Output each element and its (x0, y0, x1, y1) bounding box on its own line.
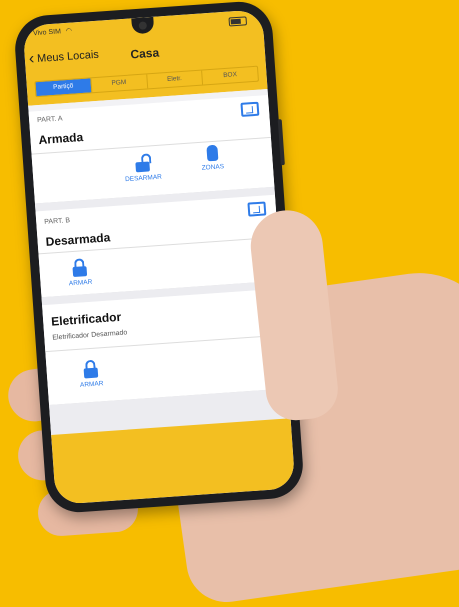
electrifier-title: Eletrificador (50, 309, 122, 329)
tab-eletrificador[interactable]: Eletr. (145, 70, 203, 89)
disarm-button[interactable]: DESARMAR (112, 152, 174, 184)
partition-label: PART. A (36, 115, 63, 125)
electrifier-arm-button[interactable]: ARMAR (60, 358, 122, 390)
electrifier-card: Eletrificador Eletrificador Desarmado AR… (42, 288, 289, 407)
battery-icon (228, 16, 248, 27)
tab-box[interactable]: BOX (201, 66, 258, 85)
electrifier-status: Eletrificador Desarmado (52, 329, 128, 342)
carrier-label: Vivo SIM ◠ (33, 27, 72, 38)
partition-state: Armada (38, 130, 84, 148)
partition-state: Desarmada (45, 230, 111, 249)
zones-icon (205, 144, 218, 162)
floorplan-icon[interactable] (240, 101, 260, 117)
arm-label: ARMAR (79, 380, 104, 389)
partition-list: PART. A Armada DESARMAR ZONAS PART. B De… (28, 89, 292, 445)
lock-icon (83, 359, 99, 379)
tab-pgm[interactable]: PGM (90, 74, 147, 93)
camera-icon (138, 21, 148, 30)
unlock-icon (135, 153, 152, 173)
zones-label: ZONAS (201, 163, 225, 172)
page-title: Casa (129, 45, 160, 62)
partition-label: PART. B (44, 217, 71, 226)
zones-button[interactable]: ZONAS (181, 143, 243, 173)
lock-icon (72, 258, 88, 278)
wifi-icon: ◠ (65, 27, 73, 35)
arm-button[interactable]: ARMAR (49, 256, 111, 288)
partition-card-a: PART. A Armada DESARMAR ZONAS (28, 95, 275, 205)
floorplan-icon[interactable] (247, 201, 267, 217)
carrier-text: Vivo SIM (32, 28, 62, 38)
scene: Vivo SIM ◠ ‹ Meus Locais Casa Partiçõ PG… (0, 0, 459, 607)
arm-label: ARMAR (68, 278, 93, 288)
disarm-label: DESARMAR (124, 173, 163, 184)
tab-particoes[interactable]: Partiçõ (35, 78, 92, 97)
